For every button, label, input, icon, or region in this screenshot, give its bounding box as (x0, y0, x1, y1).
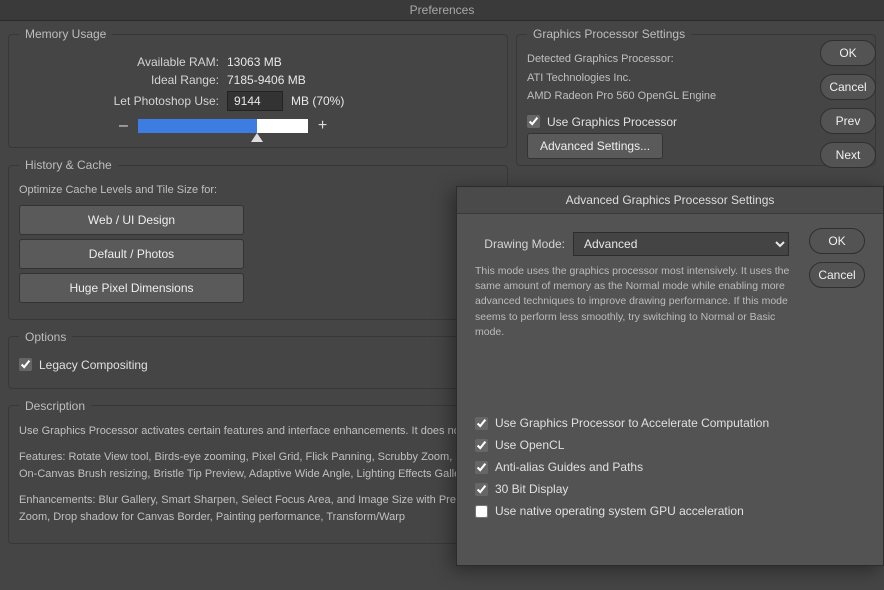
description-text-3: Enhancements: Blur Gallery, Smart Sharpe… (19, 492, 497, 525)
advanced-gpu-modal: Advanced Graphics Processor Settings Dra… (456, 186, 884, 566)
legacy-compositing-row[interactable]: Legacy Compositing (19, 358, 497, 372)
thirty-bit-row[interactable]: 30 Bit Display (475, 482, 797, 496)
description-group: Description Use Graphics Processor activ… (8, 399, 508, 545)
description-text-2: Features: Rotate View tool, Birds-eye zo… (19, 449, 497, 482)
description-legend: Description (19, 399, 91, 413)
advanced-settings-button[interactable]: Advanced Settings... (527, 133, 663, 159)
ideal-range-value: 7185-9406 MB (227, 73, 306, 87)
accelerate-row[interactable]: Use Graphics Processor to Accelerate Com… (475, 416, 797, 430)
ok-button[interactable]: OK (820, 40, 876, 66)
native-gpu-row[interactable]: Use native operating system GPU accelera… (475, 504, 797, 518)
antialias-row[interactable]: Anti-alias Guides and Paths (475, 460, 797, 474)
accelerate-checkbox[interactable] (475, 417, 488, 430)
cancel-button[interactable]: Cancel (820, 74, 876, 100)
modal-cancel-button[interactable]: Cancel (809, 262, 865, 288)
thirty-bit-label: 30 Bit Display (495, 482, 568, 496)
prev-button[interactable]: Prev (820, 108, 876, 134)
let-photoshop-use-label: Let Photoshop Use: (19, 94, 219, 108)
use-gpu-row[interactable]: Use Graphics Processor (527, 115, 865, 129)
web-ui-design-button[interactable]: Web / UI Design (19, 205, 244, 235)
gpu-settings-legend: Graphics Processor Settings (527, 27, 691, 41)
drawing-mode-select[interactable]: Advanced (573, 232, 789, 256)
memory-increase-button[interactable]: + (318, 117, 327, 135)
opencl-label: Use OpenCL (495, 438, 564, 452)
opencl-row[interactable]: Use OpenCL (475, 438, 797, 452)
ideal-range-label: Ideal Range: (19, 73, 219, 87)
memory-slider[interactable] (138, 119, 308, 133)
options-group: Options Legacy Compositing (8, 330, 508, 389)
use-gpu-label: Use Graphics Processor (547, 115, 677, 129)
window-title: Preferences (0, 0, 884, 21)
native-gpu-label: Use native operating system GPU accelera… (495, 504, 744, 518)
history-cache-group: History & Cache Optimize Cache Levels an… (8, 158, 508, 320)
modal-title: Advanced Graphics Processor Settings (457, 187, 883, 214)
gpu-model: AMD Radeon Pro 560 OpenGL Engine (527, 88, 865, 105)
use-gpu-checkbox[interactable] (527, 115, 540, 128)
options-legend: Options (19, 330, 72, 344)
modal-ok-button[interactable]: OK (809, 228, 865, 254)
accelerate-label: Use Graphics Processor to Accelerate Com… (495, 416, 769, 430)
available-ram-value: 13063 MB (227, 55, 282, 69)
opencl-checkbox[interactable] (475, 439, 488, 452)
detected-gpu-label: Detected Graphics Processor: (527, 51, 865, 68)
history-cache-legend: History & Cache (19, 158, 118, 172)
thirty-bit-checkbox[interactable] (475, 483, 488, 496)
optimize-label: Optimize Cache Levels and Tile Size for: (19, 182, 497, 199)
memory-usage-legend: Memory Usage (19, 27, 112, 41)
legacy-compositing-checkbox[interactable] (19, 358, 32, 371)
legacy-compositing-label: Legacy Compositing (39, 358, 148, 372)
gpu-vendor: ATI Technologies Inc. (527, 70, 865, 87)
native-gpu-checkbox[interactable] (475, 505, 488, 518)
antialias-label: Anti-alias Guides and Paths (495, 460, 643, 474)
memory-suffix: MB (70%) (291, 94, 344, 108)
default-photos-button[interactable]: Default / Photos (19, 239, 244, 269)
memory-slider-thumb[interactable] (251, 133, 263, 142)
available-ram-label: Available RAM: (19, 55, 219, 69)
memory-usage-group: Memory Usage Available RAM: 13063 MB Ide… (8, 27, 508, 148)
memory-slider-fill (138, 119, 257, 133)
description-text-1: Use Graphics Processor activates certain… (19, 423, 497, 440)
drawing-mode-label: Drawing Mode: (475, 237, 565, 251)
huge-pixel-button[interactable]: Huge Pixel Dimensions (19, 273, 244, 303)
next-button[interactable]: Next (820, 142, 876, 168)
memory-decrease-button[interactable]: – (119, 117, 128, 135)
memory-amount-input[interactable] (227, 91, 283, 111)
antialias-checkbox[interactable] (475, 461, 488, 474)
drawing-mode-description: This mode uses the graphics processor mo… (475, 264, 797, 340)
